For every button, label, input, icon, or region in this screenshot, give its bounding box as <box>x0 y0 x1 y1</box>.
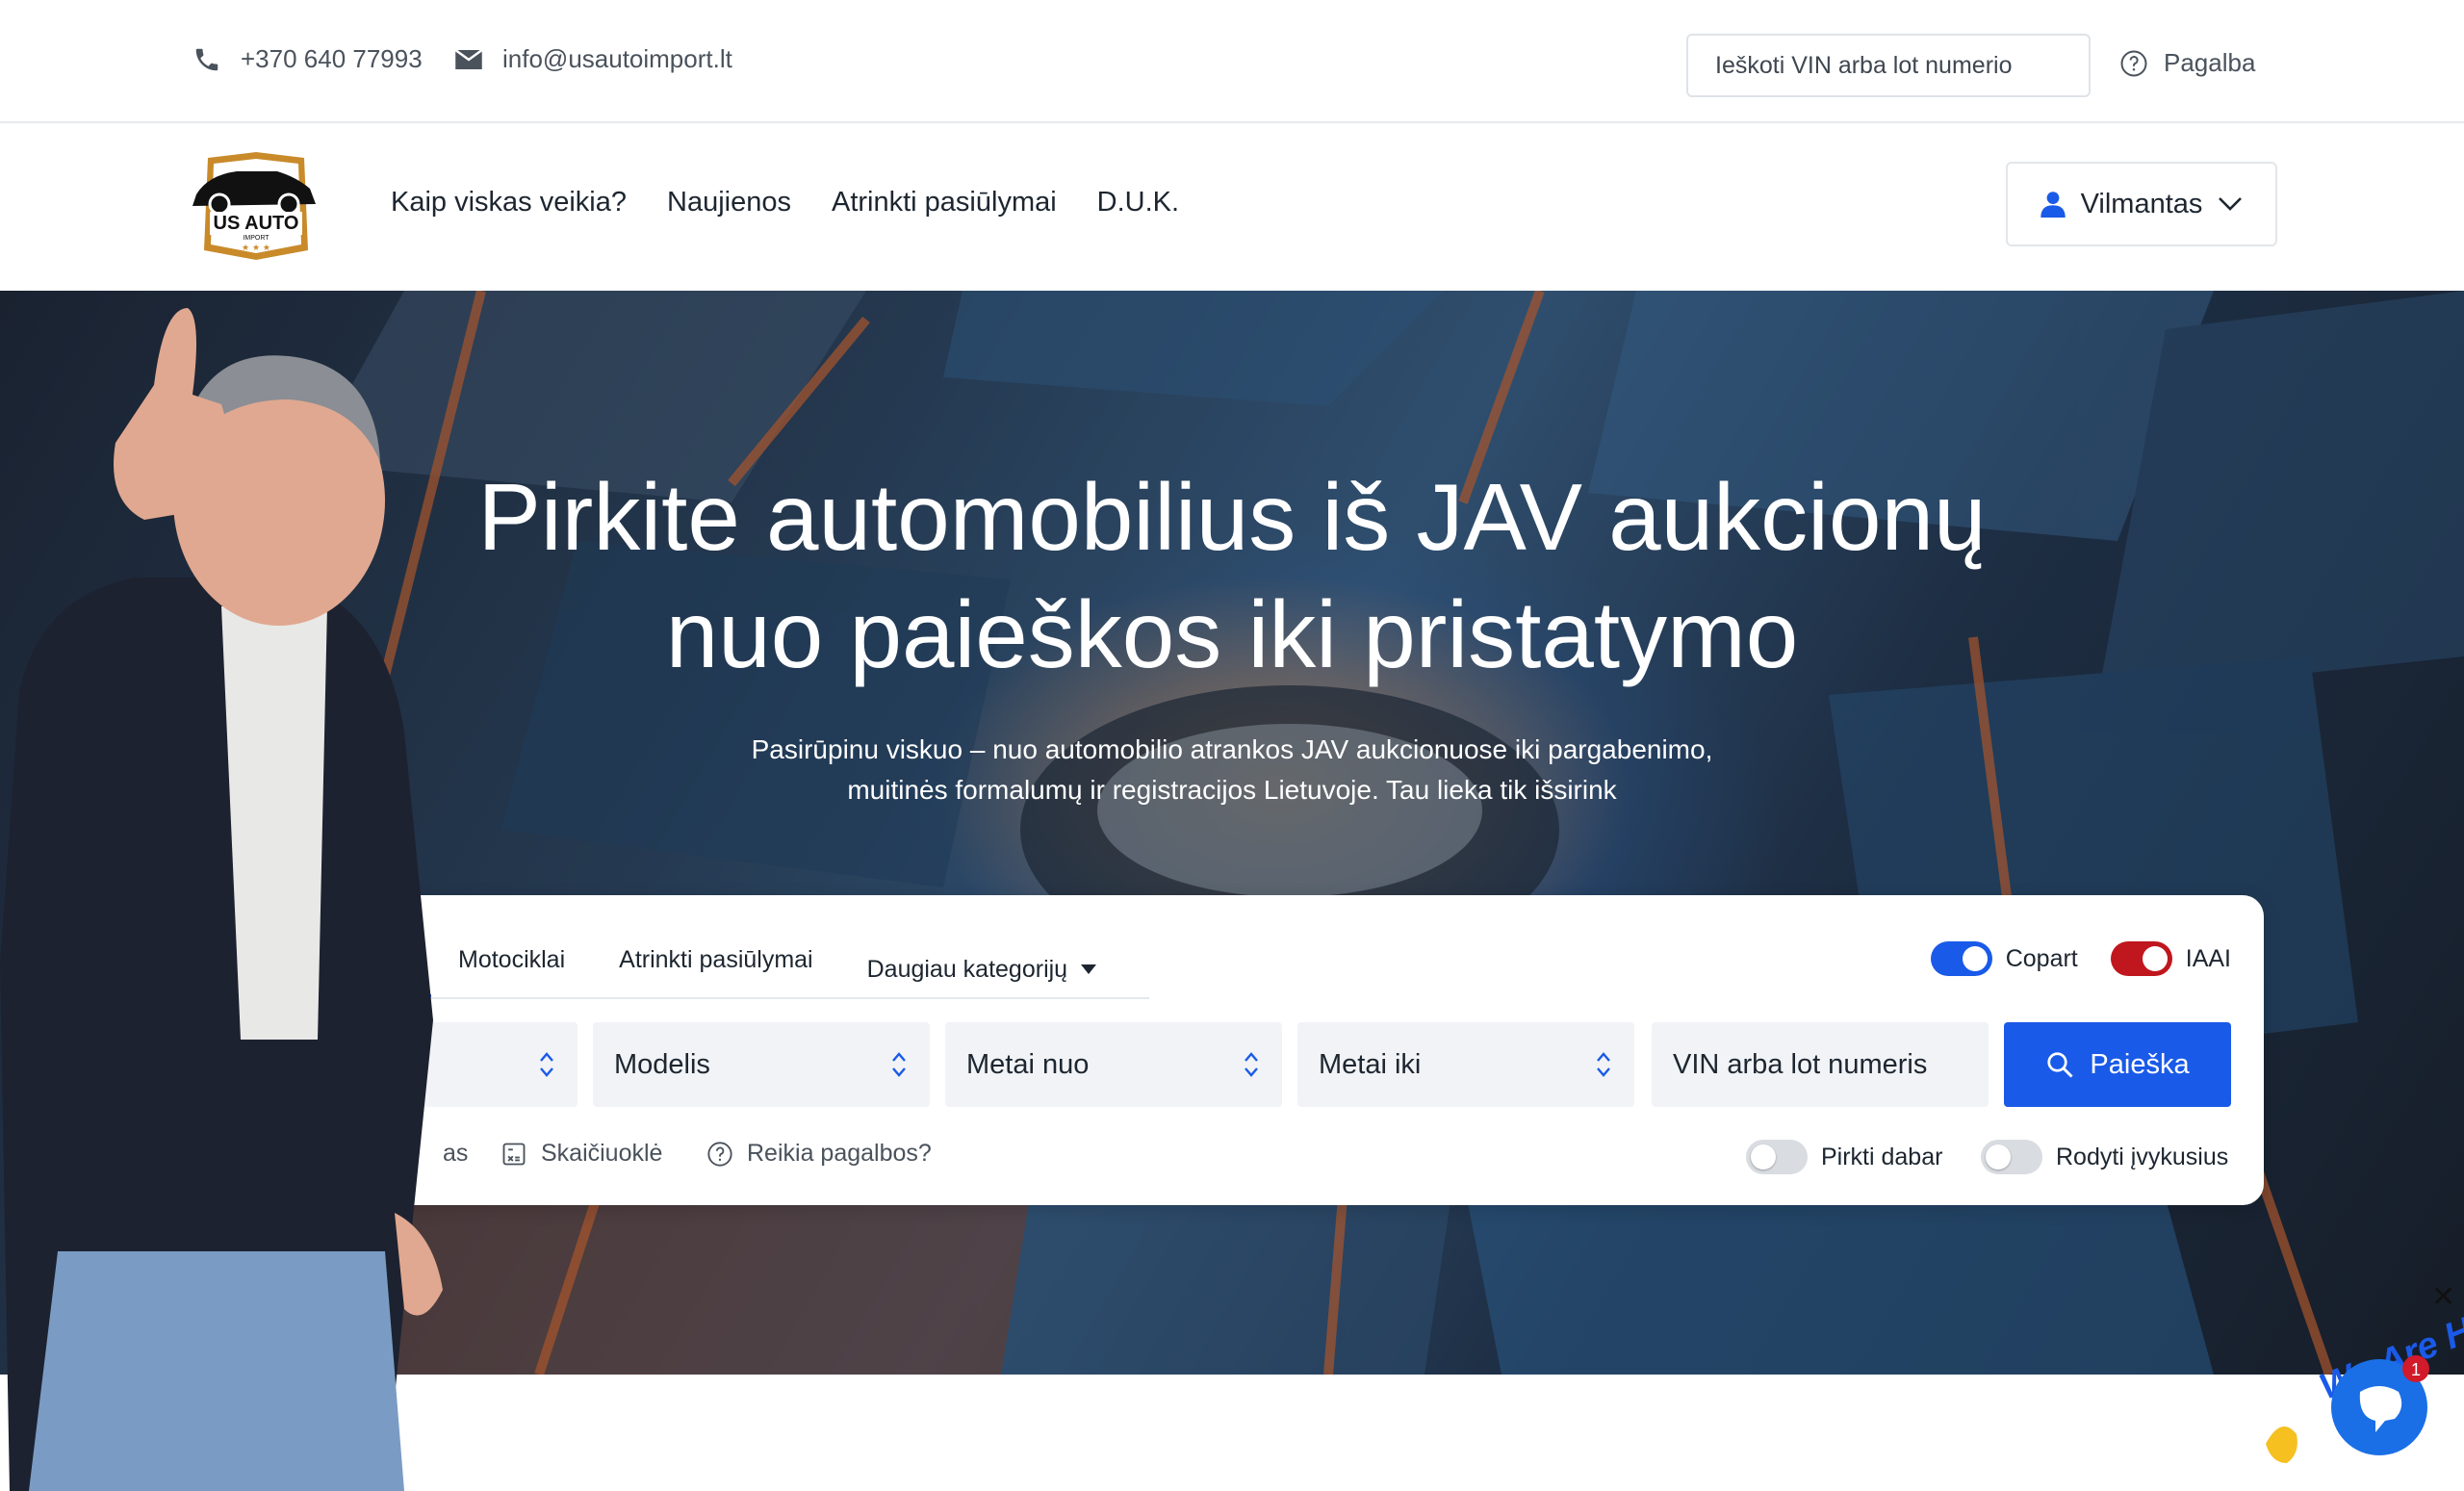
search-icon <box>2047 1052 2073 1078</box>
calculator-icon <box>502 1143 526 1165</box>
model-select[interactable]: Modelis <box>593 1022 930 1107</box>
tab-more-categories-label: Daugiau kategorijų <box>866 956 1068 983</box>
chevron-down-icon <box>2219 197 2243 211</box>
search-panel: Motociklai Atrinkti pasiūlymai Daugiau k… <box>389 895 2264 1205</box>
main-navbar: US AUTO IMPORT ★ ★ ★ Kaip viskas veikia?… <box>0 125 2464 291</box>
svg-text:★ ★ ★: ★ ★ ★ <box>242 244 270 253</box>
need-help-label: Reikia pagalbos? <box>747 1140 932 1167</box>
phone-icon <box>195 48 218 70</box>
calculator-label: Skaičiuoklė <box>541 1140 663 1167</box>
nav-link-news[interactable]: Naujienos <box>667 187 791 219</box>
iaai-label: IAAI <box>2185 944 2231 972</box>
help-label: Pagalba <box>2164 48 2256 77</box>
tab-selected-offers[interactable]: Atrinkti pasiūlymai <box>592 941 839 997</box>
model-select-value: Modelis <box>614 1048 710 1080</box>
phone-contact[interactable]: +370 640 77993 <box>192 44 423 74</box>
vin-lot-placeholder: VIN arba lot numeris <box>1673 1048 1928 1080</box>
nav-links: Kaip viskas veikia? Naujienos Atrinkti p… <box>391 187 1179 219</box>
nav-link-faq[interactable]: D.U.K. <box>1097 187 1179 219</box>
iaai-switch[interactable] <box>2110 941 2172 976</box>
year-to-select[interactable]: Metai iki <box>1297 1022 1634 1107</box>
copart-switch[interactable] <box>1930 941 1992 976</box>
caret-down-icon <box>1081 964 1097 974</box>
user-icon <box>2040 192 2066 218</box>
person-thumbs-up-image <box>0 308 443 1491</box>
select-arrows-icon <box>1597 1052 1610 1077</box>
copart-label: Copart <box>2005 944 2078 972</box>
user-menu-button[interactable]: Vilmantas <box>2006 162 2277 246</box>
select-arrows-icon <box>540 1052 553 1077</box>
envelope-icon <box>454 48 483 69</box>
year-to-value: Metai iki <box>1319 1048 1422 1080</box>
help-link[interactable]: Pagalba <box>2119 48 2255 78</box>
show-completed-switch[interactable] <box>1981 1140 2042 1174</box>
email-address: info@usautoimport.lt <box>502 44 732 73</box>
search-button[interactable]: Paieška <box>2004 1022 2231 1107</box>
email-contact[interactable]: info@usautoimport.lt <box>454 44 732 74</box>
copart-toggle[interactable]: Copart <box>1930 941 2078 976</box>
select-arrows-icon <box>892 1052 906 1077</box>
need-help-link[interactable]: Reikia pagalbos? <box>706 1140 932 1168</box>
phone-number: +370 640 77993 <box>241 44 423 73</box>
nav-link-selected-offers[interactable]: Atrinkti pasiūlymai <box>832 187 1057 219</box>
vin-search-input[interactable] <box>1686 34 2091 97</box>
chat-widget[interactable]: We Are Here! 1 <box>2252 1299 2464 1491</box>
calculator-link[interactable]: Skaičiuoklė <box>500 1140 662 1168</box>
year-from-value: Metai nuo <box>966 1048 1090 1080</box>
nav-link-how-it-works[interactable]: Kaip viskas veikia? <box>391 187 627 219</box>
buy-now-toggle[interactable]: Pirkti dabar <box>1746 1140 1942 1174</box>
buy-now-switch[interactable] <box>1746 1140 1808 1174</box>
iaai-toggle[interactable]: IAAI <box>2110 941 2231 976</box>
chat-badge: 1 <box>2411 1360 2421 1379</box>
wave-hand-icon <box>2266 1427 2297 1463</box>
question-circle-icon <box>707 1141 732 1167</box>
vin-lot-input[interactable]: VIN arba lot numeris <box>1652 1022 1989 1107</box>
tab-more-categories[interactable]: Daugiau kategorijų <box>840 941 1123 997</box>
select-arrows-icon <box>1245 1052 1258 1077</box>
top-utility-bar: +370 640 77993 info@usautoimport.lt Paga… <box>0 0 2464 123</box>
year-from-select[interactable]: Metai nuo <box>945 1022 1282 1107</box>
question-circle-icon <box>2120 50 2147 76</box>
logo-subtext: IMPORT <box>243 235 270 242</box>
show-completed-toggle[interactable]: Rodyti įvykusius <box>1981 1140 2228 1174</box>
show-completed-label: Rodyti įvykusius <box>2056 1143 2229 1170</box>
user-name: Vilmantas <box>2080 188 2203 219</box>
search-options-row: as Skaičiuoklė Reikia pagalbos? Pirkti d… <box>389 1140 2264 1178</box>
category-tabs: Motociklai Atrinkti pasiūlymai Daugiau k… <box>389 941 1149 999</box>
search-button-label: Paieška <box>2090 1048 2190 1080</box>
buy-now-label: Pirkti dabar <box>1821 1143 1943 1170</box>
search-fields: Modelis Metai nuo Metai iki VIN arba lot… <box>389 1022 2264 1107</box>
logo-text: US AUTO <box>214 213 299 234</box>
us-auto-import-logo[interactable]: US AUTO IMPORT ★ ★ ★ <box>189 150 323 264</box>
auction-toggles: Copart IAAI <box>1930 941 2231 976</box>
